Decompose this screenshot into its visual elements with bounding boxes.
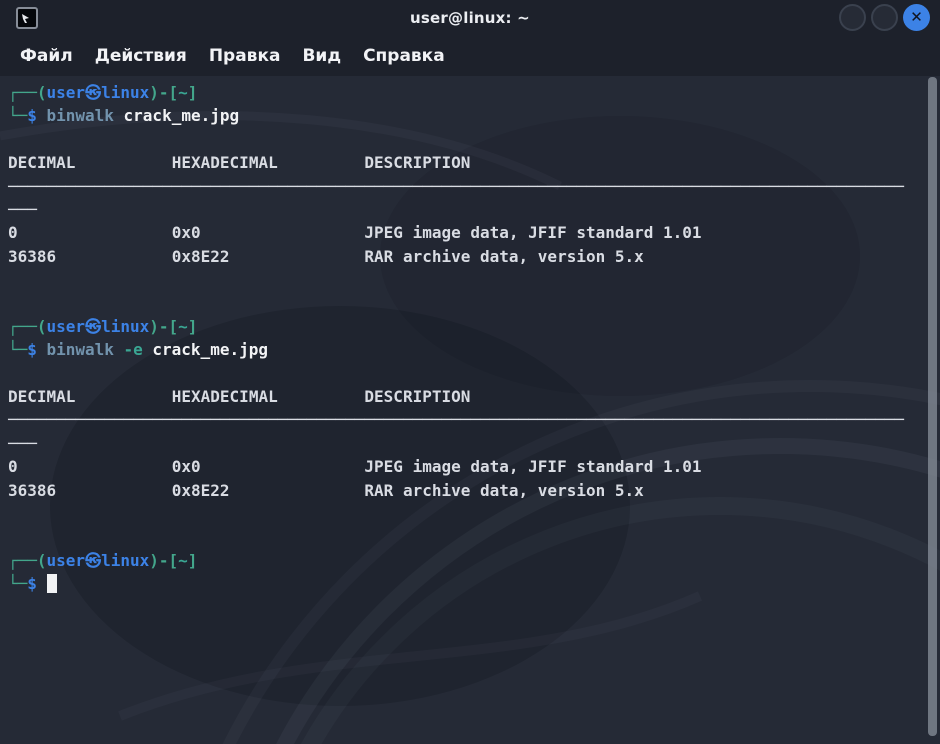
terminal-window: user@linux: ~ ✕ Файл Действия Правка Вид… bbox=[0, 0, 940, 744]
prompt-host: linux bbox=[101, 83, 149, 102]
prompt-host: linux bbox=[101, 551, 149, 570]
menu-help[interactable]: Справка bbox=[363, 46, 445, 66]
binwalk-row: 00x0JPEG image data, JFIF standard 1.01 bbox=[8, 221, 922, 244]
cell-decimal: 0 bbox=[8, 455, 172, 478]
separator-wrap-dashes: ─── bbox=[8, 200, 37, 219]
blank-line bbox=[8, 362, 922, 385]
command-line: └─$ binwalk crack_me.jpg bbox=[8, 104, 922, 127]
blank-line bbox=[8, 128, 922, 151]
binwalk-row: 363860x8E22RAR archive data, version 5.x bbox=[8, 479, 922, 502]
prompt-path: ~ bbox=[178, 317, 188, 336]
prompt-frame-bottom: └─ bbox=[8, 340, 27, 359]
cell-description: JPEG image data, JFIF standard 1.01 bbox=[364, 457, 701, 476]
cell-hexadecimal: 0x0 bbox=[172, 455, 365, 478]
cell-hexadecimal: 0x0 bbox=[172, 221, 365, 244]
cell-decimal: 36386 bbox=[8, 245, 172, 268]
maximize-button[interactable] bbox=[871, 4, 898, 31]
cell-decimal: 36386 bbox=[8, 479, 172, 502]
prompt-top-line: ┌──(user㉿linux)-[~] bbox=[8, 81, 922, 104]
blank-line bbox=[8, 268, 922, 291]
separator-line: ────────────────────────────────────────… bbox=[8, 175, 922, 198]
window-buttons: ✕ bbox=[839, 4, 930, 31]
menu-view[interactable]: Вид bbox=[302, 46, 341, 66]
titlebar: user@linux: ~ ✕ bbox=[0, 0, 940, 36]
header-hexadecimal: HEXADECIMAL bbox=[172, 385, 365, 408]
separator-dashes: ────────────────────────────────────────… bbox=[8, 410, 904, 429]
command-file-arg: crack_me.jpg bbox=[124, 106, 240, 125]
header-hexadecimal: HEXADECIMAL bbox=[172, 151, 365, 174]
command-file-arg: crack_me.jpg bbox=[152, 340, 268, 359]
prompt-frame-close: )-[ bbox=[149, 83, 178, 102]
blank-line bbox=[8, 502, 922, 525]
prompt-frame-open: ┌──( bbox=[8, 83, 47, 102]
terminal-output: ┌──(user㉿linux)-[~] └─$binwalkcrack_me.j… bbox=[8, 81, 922, 596]
header-decimal: DECIMAL bbox=[8, 151, 172, 174]
menubar: Файл Действия Правка Вид Справка bbox=[0, 36, 940, 76]
prompt-symbol: $ bbox=[27, 574, 37, 593]
cell-decimal: 0 bbox=[8, 221, 172, 244]
header-decimal: DECIMAL bbox=[8, 385, 172, 408]
prompt-frame-open: ┌──( bbox=[8, 551, 47, 570]
command-line: └─$ binwalk -e crack_me.jpg bbox=[8, 338, 922, 361]
command-binary: binwalk bbox=[47, 340, 114, 359]
command-flag: -e bbox=[124, 340, 143, 359]
separator-wrap-line: ─── bbox=[8, 432, 922, 455]
prompt-at-icon: ㉿ bbox=[85, 551, 101, 570]
prompt-symbol: $ bbox=[27, 340, 37, 359]
command-binary: binwalk bbox=[47, 106, 114, 125]
prompt-user: user bbox=[47, 551, 86, 570]
blank-line bbox=[8, 292, 922, 315]
prompt-frame-bottom: └─ bbox=[8, 106, 27, 125]
prompt-top-line: ┌──(user㉿linux)-[~] bbox=[8, 315, 922, 338]
window-title: user@linux: ~ bbox=[0, 0, 940, 36]
prompt-frame-open: ┌──( bbox=[8, 317, 47, 336]
prompt-user: user bbox=[47, 83, 86, 102]
menu-edit[interactable]: Правка bbox=[209, 46, 281, 66]
close-icon: ✕ bbox=[910, 10, 923, 25]
header-description: DESCRIPTION bbox=[364, 153, 470, 172]
menu-actions[interactable]: Действия bbox=[95, 46, 187, 66]
prompt-symbol: $ bbox=[27, 106, 37, 125]
separator-wrap-line: ─── bbox=[8, 198, 922, 221]
prompt-bracket-end: ] bbox=[188, 551, 198, 570]
prompt-frame-close: )-[ bbox=[149, 551, 178, 570]
prompt-path: ~ bbox=[178, 83, 188, 102]
prompt-user: user bbox=[47, 317, 86, 336]
command-line-active[interactable]: └─$ bbox=[8, 572, 922, 595]
prompt-bracket-end: ] bbox=[188, 83, 198, 102]
binwalk-header-row: DECIMALHEXADECIMALDESCRIPTION bbox=[8, 385, 922, 408]
prompt-frame-close: )-[ bbox=[149, 317, 178, 336]
cell-hexadecimal: 0x8E22 bbox=[172, 479, 365, 502]
prompt-at-icon: ㉿ bbox=[85, 317, 101, 336]
prompt-at-icon: ㉿ bbox=[85, 83, 101, 102]
prompt-path: ~ bbox=[178, 551, 188, 570]
separator-dashes: ────────────────────────────────────────… bbox=[8, 177, 904, 196]
cell-hexadecimal: 0x8E22 bbox=[172, 245, 365, 268]
separator-wrap-dashes: ─── bbox=[8, 434, 37, 453]
prompt-bracket-end: ] bbox=[188, 317, 198, 336]
binwalk-header-row: DECIMALHEXADECIMALDESCRIPTION bbox=[8, 151, 922, 174]
close-button[interactable]: ✕ bbox=[903, 4, 930, 31]
minimize-button[interactable] bbox=[839, 4, 866, 31]
header-description: DESCRIPTION bbox=[364, 387, 470, 406]
separator-line: ────────────────────────────────────────… bbox=[8, 408, 922, 431]
blank-line bbox=[8, 525, 922, 548]
prompt-top-line: ┌──(user㉿linux)-[~] bbox=[8, 549, 922, 572]
binwalk-row: 363860x8E22RAR archive data, version 5.x bbox=[8, 245, 922, 268]
scrollbar-thumb[interactable] bbox=[928, 77, 937, 736]
menu-file[interactable]: Файл bbox=[20, 46, 73, 66]
cell-description: JPEG image data, JFIF standard 1.01 bbox=[364, 223, 701, 242]
scrollbar-track[interactable] bbox=[926, 76, 940, 744]
prompt-host: linux bbox=[101, 317, 149, 336]
terminal-viewport[interactable]: ┌──(user㉿linux)-[~] └─$binwalkcrack_me.j… bbox=[0, 76, 940, 744]
binwalk-row: 00x0JPEG image data, JFIF standard 1.01 bbox=[8, 455, 922, 478]
text-cursor bbox=[47, 574, 57, 593]
cell-description: RAR archive data, version 5.x bbox=[364, 481, 643, 500]
prompt-frame-bottom: └─ bbox=[8, 574, 27, 593]
cell-description: RAR archive data, version 5.x bbox=[364, 247, 643, 266]
